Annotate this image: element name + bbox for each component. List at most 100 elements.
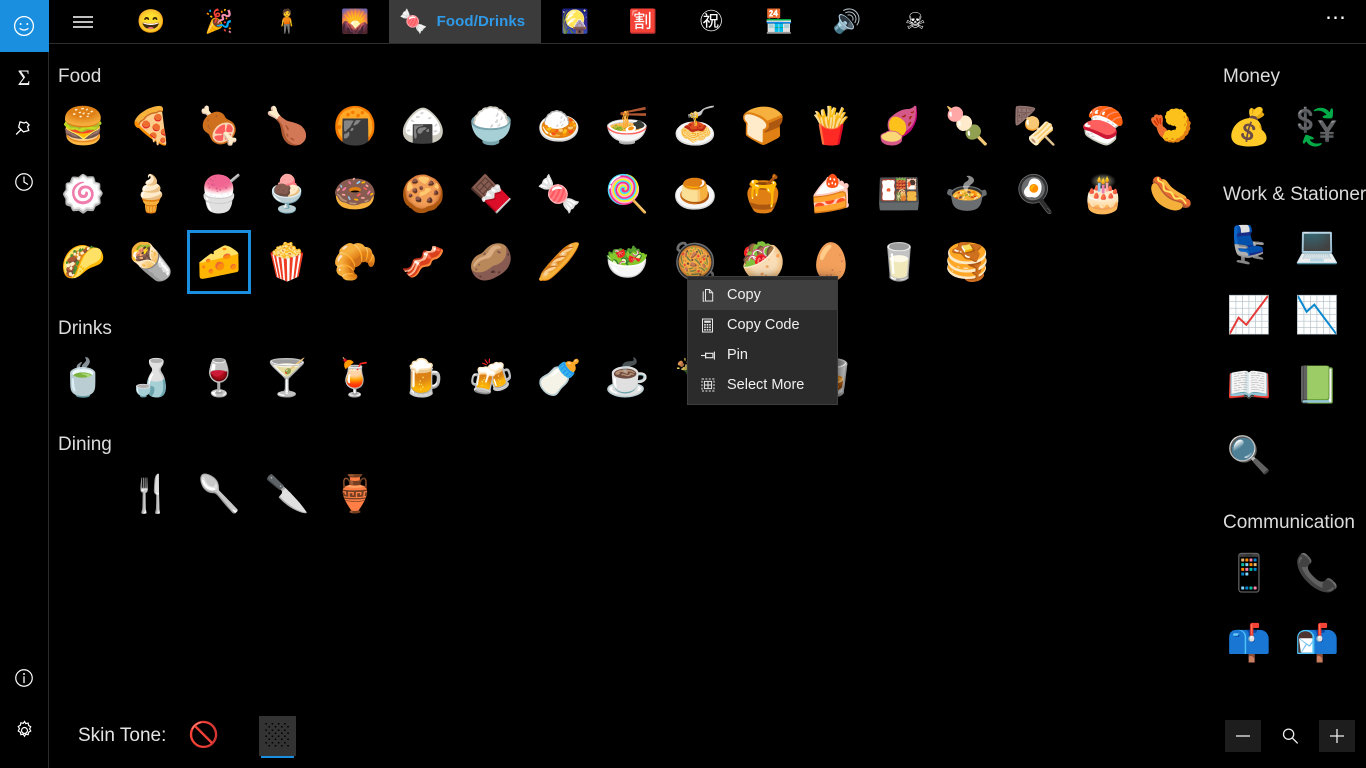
emoji-cell-pencil[interactable]: ✏ <box>1283 420 1351 490</box>
emoji-cell-taco[interactable]: 🌮 <box>49 228 117 296</box>
tab-people[interactable]: 🧍 <box>253 0 321 43</box>
emoji-cell-pizza[interactable]: 🍕 <box>117 92 185 160</box>
emoji-cell-shortcake[interactable]: 🍰 <box>797 160 865 228</box>
emoji-cell-hot-beverage[interactable]: ☕ <box>593 344 661 412</box>
zoom-out-button[interactable] <box>1225 720 1261 752</box>
context-menu-item-pin[interactable]: Pin <box>688 340 837 370</box>
emoji-cell-cooked-rice[interactable]: 🍚 <box>457 92 525 160</box>
emoji-cell-popcorn[interactable]: 🍿 <box>253 228 321 296</box>
emoji-cell-amphora[interactable]: 🏺 <box>321 460 389 528</box>
tab-danger[interactable]: ☠ <box>881 0 949 43</box>
emoji-cell-potato[interactable]: 🥔 <box>457 228 525 296</box>
swatch-skin-tone-medium[interactable]: 🏽 <box>296 716 333 756</box>
rail-item-pinned[interactable] <box>0 104 49 156</box>
swatch-skin-tone-medium-dark[interactable]: 🏾 <box>333 716 370 756</box>
emoji-cell-sushi[interactable]: 🍣 <box>1069 92 1137 160</box>
emoji-cell-cocktail-glass[interactable]: 🍸 <box>253 344 321 412</box>
rail-item-emoji[interactable] <box>0 0 49 52</box>
emoji-cell-laptop-computer[interactable]: 💻 <box>1283 210 1351 280</box>
emoji-cell-birthday-cake[interactable]: 🎂 <box>1069 160 1137 228</box>
emoji-cell-pancakes[interactable]: 🥞 <box>933 228 1001 296</box>
emoji-cell-clinking-beer-mugs[interactable]: 🍻 <box>457 344 525 412</box>
tab-nature[interactable]: 🌄 <box>321 0 389 43</box>
emoji-cell-beer-mug[interactable]: 🍺 <box>389 344 457 412</box>
emoji-cell-poultry-leg[interactable]: 🍗 <box>253 92 321 160</box>
emoji-cell-shaved-ice[interactable]: 🍧 <box>185 160 253 228</box>
emoji-cell-fish-cake[interactable]: 🍥 <box>49 160 117 228</box>
rail-item-info[interactable] <box>0 652 49 704</box>
emoji-cell-closed-mailbox-raised-flag[interactable]: 📫 <box>1215 608 1283 678</box>
emoji-cell-fork-and-knife-with-plate[interactable]: 🍽 <box>49 460 117 528</box>
tab-objects[interactable]: 🏪 <box>745 0 813 43</box>
emoji-cell-roasted-sweet-potato[interactable]: 🍠 <box>865 92 933 160</box>
emoji-cell-lollipop[interactable]: 🍭 <box>593 160 661 228</box>
emoji-cell-ice-cream[interactable]: 🍨 <box>253 160 321 228</box>
emoji-cell-candy[interactable]: 🍬 <box>525 160 593 228</box>
emoji-cell-bento-box[interactable]: 🍱 <box>865 160 933 228</box>
swatch-skin-tone-light[interactable]: 🏻 <box>222 716 259 756</box>
emoji-cell-wine-glass[interactable]: 🍷 <box>185 344 253 412</box>
emoji-cell-burrito[interactable]: 🌯 <box>117 228 185 296</box>
zoom-in-button[interactable] <box>1319 720 1355 752</box>
emoji-cell-sake[interactable]: 🍶 <box>117 344 185 412</box>
tab-menu[interactable] <box>49 0 117 43</box>
emoji-cell-chart-increasing[interactable]: 📈 <box>1215 280 1283 350</box>
emoji-cell-spoon[interactable]: 🥄 <box>185 460 253 528</box>
tab-activity[interactable]: 🎑 <box>541 0 609 43</box>
emoji-cell-green-salad[interactable]: 🥗 <box>593 228 661 296</box>
emoji-cell-glass-of-milk[interactable]: 🥛 <box>865 228 933 296</box>
emoji-cell-fried-shrimp[interactable]: 🍤 <box>1137 92 1205 160</box>
context-menu-item-copy-code[interactable]: Copy Code <box>688 310 837 340</box>
emoji-cell-curry-rice[interactable]: 🍛 <box>525 92 593 160</box>
tab-congratulations[interactable]: ㊗ <box>677 0 745 43</box>
emoji-cell-bread[interactable]: 🍞 <box>729 92 797 160</box>
emoji-cell-french-fries[interactable]: 🍟 <box>797 92 865 160</box>
emoji-cell-open-mailbox-raised-flag[interactable]: 📬 <box>1283 608 1351 678</box>
tab-celebration[interactable]: 🎉 <box>185 0 253 43</box>
emoji-cell-money-bag[interactable]: 💰 <box>1215 92 1283 162</box>
emoji-cell-teacup-without-handle[interactable]: 🍵 <box>49 344 117 412</box>
emoji-cell-steaming-bowl[interactable]: 🍜 <box>593 92 661 160</box>
emoji-cell-kitchen-knife[interactable]: 🔪 <box>253 460 321 528</box>
rail-item-symbols[interactable]: Σ <box>0 52 49 104</box>
tab-symbols-hatsu[interactable]: 🈹 <box>609 0 677 43</box>
emoji-cell-telephone-receiver[interactable]: 📞 <box>1283 538 1351 608</box>
emoji-cell-rice-ball[interactable]: 🍙 <box>389 92 457 160</box>
swatch-skin-tone-dark[interactable]: 🏿 <box>370 716 407 756</box>
emoji-cell-croissant[interactable]: 🥐 <box>321 228 389 296</box>
emoji-cell-open-book[interactable]: 📖 <box>1215 350 1283 420</box>
emoji-cell-bacon[interactable]: 🥓 <box>389 228 457 296</box>
emoji-cell-cheese-wedge[interactable]: 🧀 <box>185 228 253 296</box>
tab-sound[interactable]: 🔊 <box>813 0 881 43</box>
emoji-cell-hamburger[interactable]: 🍔 <box>49 92 117 160</box>
emoji-cell-soft-ice-cream[interactable]: 🍦 <box>117 160 185 228</box>
emoji-cell-mobile-phone[interactable]: 📱 <box>1215 538 1283 608</box>
emoji-cell-pot-of-food[interactable]: 🍲 <box>933 160 1001 228</box>
emoji-cell-tropical-drink[interactable]: 🍹 <box>321 344 389 412</box>
emoji-cell-oden[interactable]: 🍢 <box>1001 92 1069 160</box>
emoji-cell-baby-bottle[interactable]: 🍼 <box>525 344 593 412</box>
search-button[interactable] <box>1272 720 1308 752</box>
more-options-button[interactable]: ⋯ <box>1306 0 1366 43</box>
rail-item-settings[interactable] <box>0 704 49 756</box>
emoji-cell-meat-on-bone[interactable]: 🍖 <box>185 92 253 160</box>
swatch-skin-tone-none[interactable]: 🚫 <box>185 716 222 756</box>
emoji-cell-green-book[interactable]: 📗 <box>1283 350 1351 420</box>
emoji-cell-seat[interactable]: 💺 <box>1215 210 1283 280</box>
emoji-cell-custard[interactable]: 🍮 <box>661 160 729 228</box>
emoji-cell-fork-and-knife[interactable]: 🍴 <box>117 460 185 528</box>
emoji-cell-chart-decreasing[interactable]: 📉 <box>1283 280 1351 350</box>
tab-smileys[interactable]: 😄 <box>117 0 185 43</box>
tab-food-drinks[interactable]: 🍬 Food/Drinks <box>389 0 541 43</box>
emoji-cell-rice-cracker[interactable]: 🍘 <box>321 92 389 160</box>
emoji-cell-cooking-fried-egg[interactable]: 🍳 <box>1001 160 1069 228</box>
swatch-skin-tone-medium-light[interactable]: 🏼 <box>259 716 296 756</box>
emoji-cell-baguette-bread[interactable]: 🥖 <box>525 228 593 296</box>
emoji-cell-chocolate-bar[interactable]: 🍫 <box>457 160 525 228</box>
context-menu-item-select-more[interactable]: Select More <box>688 370 837 400</box>
emoji-cell-spaghetti[interactable]: 🍝 <box>661 92 729 160</box>
emoji-cell-dango[interactable]: 🍡 <box>933 92 1001 160</box>
emoji-cell-honey-pot[interactable]: 🍯 <box>729 160 797 228</box>
rail-item-history[interactable] <box>0 156 49 208</box>
context-menu-item-copy[interactable]: Copy <box>688 280 837 310</box>
